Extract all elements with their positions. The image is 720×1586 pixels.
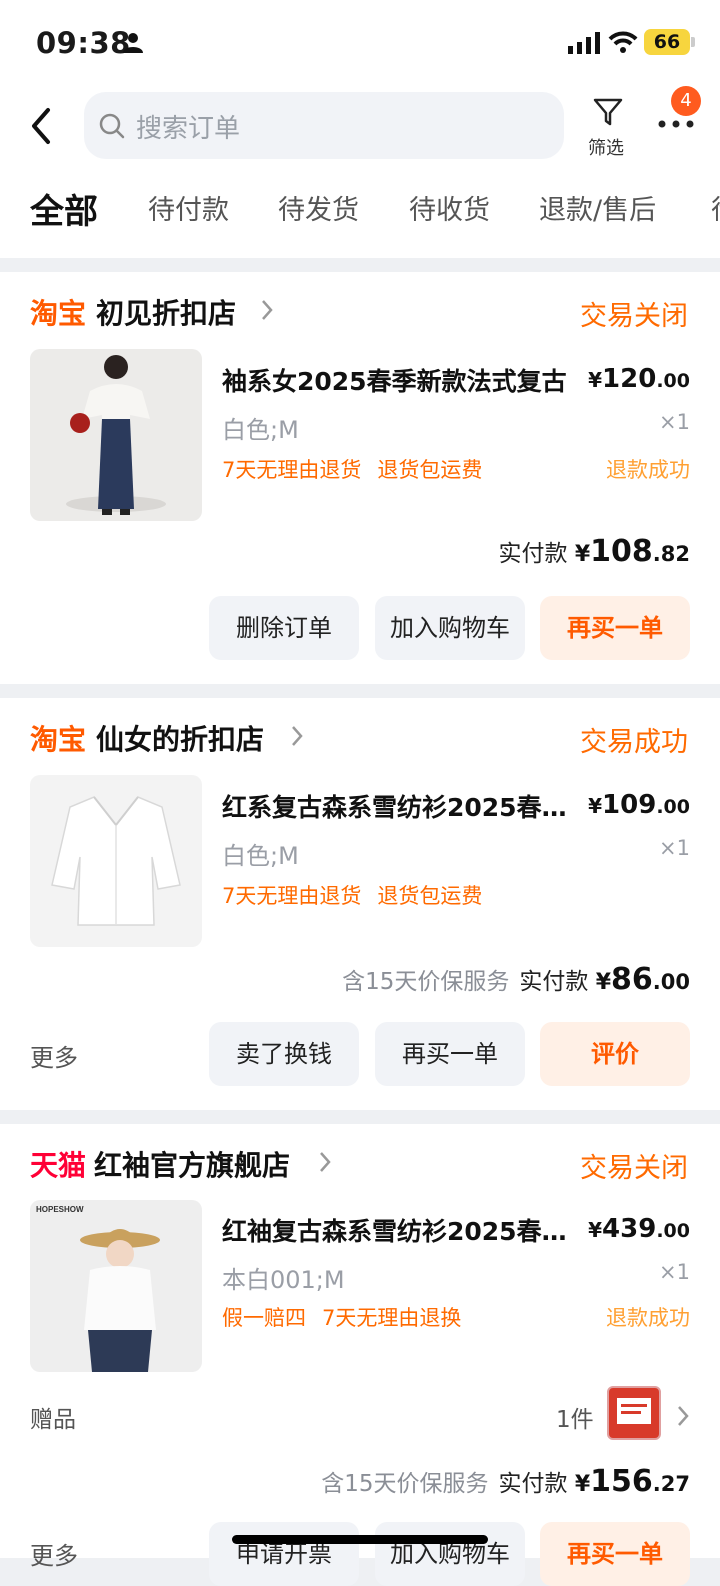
service-tag: 7天无理由退换 [322,1306,462,1330]
header-area: 09:38 66 搜索订单 筛选 4 全部 待付款 待发货 待收货 退款/售后 … [0,0,720,258]
add-to-cart-button[interactable]: 加入购物车 [375,1522,525,1586]
search-placeholder: 搜索订单 [136,114,241,144]
paid-amount: 实付款 ¥108.82 [498,534,690,569]
tab-pending-receipt[interactable]: 待收货 [409,188,490,227]
gift-label: 赠品 [30,1407,76,1433]
price-protection-label[interactable]: 含15天价保服务 [342,969,509,995]
refund-status[interactable]: 退款成功 [606,1302,690,1332]
product-image[interactable] [30,775,202,947]
chevron-right-icon[interactable] [260,298,274,322]
review-button[interactable]: 评价 [540,1022,690,1086]
delete-order-button[interactable]: 删除订单 [209,596,359,660]
service-tag: 退货包运费 [377,458,483,482]
shop-name[interactable]: 仙女的折扣店 [96,718,264,758]
gift-card-icon [617,1398,651,1424]
back-arrow-icon[interactable] [28,106,58,146]
service-tags: 7天无理由退货 退货包运费 [222,880,498,910]
order-card[interactable]: 淘宝 仙女的折扣店 交易成功 红系复古森系雪纺衫2025春季新款 ¥109.00… [0,698,720,1110]
order-status: 交易关闭 [580,1153,688,1184]
person-icon [123,33,143,53]
order-card[interactable]: 淘宝 初见折扣店 交易关闭 袖系女2025春季新款法式复古 ¥120.00 白色… [0,272,720,684]
service-tags: 假一赔四 7天无理由退换 [222,1302,477,1332]
order-card[interactable]: 天猫 红袖官方旗舰店 交易关闭 HOPESHOW 红袖复古森系雪纺衫2025春季… [0,1124,720,1586]
woman-dress-image [30,349,202,521]
service-tags: 7天无理由退货 退货包运费 [222,454,498,484]
platform-tag: 天猫 [30,1149,87,1182]
product-sku: 本白001;M [222,1266,345,1294]
woman-hat-image: HOPESHOW [30,1200,202,1372]
product-sku: 白色;M [222,416,299,444]
status-bar: 09:38 66 [0,0,720,86]
product-price: ¥109.00 [588,790,690,820]
search-icon [99,113,125,139]
tab-pending-shipment[interactable]: 待发货 [278,188,359,227]
service-tag: 假一赔四 [222,1306,306,1330]
chevron-right-icon[interactable] [318,1150,332,1174]
platform-tag: 淘宝 [30,723,87,756]
white-blouse-image [30,775,202,947]
order-status: 交易成功 [580,727,688,758]
brand-logo: HOPESHOW [36,1205,84,1214]
tab-pending-review[interactable]: 待 [711,188,720,227]
product-qty: ×1 [659,410,690,434]
refund-status[interactable]: 退款成功 [606,454,690,484]
product-price: ¥439.00 [588,1214,690,1244]
signal-icon [568,32,600,54]
platform-tag: 淘宝 [30,297,87,330]
invoice-button[interactable]: 申请开票 [209,1522,359,1586]
product-price: ¥120.00 [588,364,690,394]
tab-refund-aftersale[interactable]: 退款/售后 [539,188,656,227]
service-tag: 7天无理由退货 [222,884,362,908]
chevron-right-icon[interactable] [676,1404,690,1428]
wifi-icon [608,31,638,53]
product-qty: ×1 [659,1260,690,1284]
buy-again-button[interactable]: 再买一单 [540,596,690,660]
product-title[interactable]: 红袖复古森系雪纺衫2025春季新款 [222,1212,582,1248]
add-to-cart-button[interactable]: 加入购物车 [375,596,525,660]
more-link[interactable]: 更多 [30,1536,78,1571]
order-status: 交易关闭 [580,301,688,332]
product-image[interactable]: HOPESHOW [30,1200,202,1372]
shop-name[interactable]: 初见折扣店 [96,292,236,332]
buy-again-button[interactable]: 再买一单 [375,1022,525,1086]
product-title[interactable]: 红系复古森系雪纺衫2025春季新款 [222,788,582,824]
filter-icon[interactable] [592,96,624,128]
battery-level: 66 [644,29,690,55]
product-title[interactable]: 袖系女2025春季新款法式复古 [222,362,582,398]
product-sku: 白色;M [222,842,299,870]
sell-button[interactable]: 卖了换钱 [209,1022,359,1086]
tab-pending-payment[interactable]: 待付款 [148,188,229,227]
product-qty: ×1 [659,836,690,860]
more-link[interactable]: 更多 [30,1038,78,1073]
home-indicator[interactable] [232,1535,488,1544]
gift-image[interactable] [607,1386,661,1440]
notification-badge: 4 [671,86,701,116]
product-image[interactable] [30,349,202,521]
service-tag: 退货包运费 [377,884,483,908]
price-protection-label[interactable]: 含15天价保服务 [321,1471,488,1497]
order-tabs: 全部 待付款 待发货 待收货 退款/售后 待 [0,180,720,240]
paid-amount: 含15天价保服务 实付款 ¥86.00 [342,962,690,997]
buy-again-button[interactable]: 再买一单 [540,1522,690,1586]
status-time: 09:38 [36,26,131,60]
chevron-right-icon[interactable] [290,724,304,748]
paid-amount: 含15天价保服务 实付款 ¥156.27 [321,1464,690,1499]
gift-count: 1件 [556,1407,594,1433]
service-tag: 7天无理由退货 [222,458,362,482]
tab-all[interactable]: 全部 [30,184,98,233]
filter-label[interactable]: 筛选 [588,134,624,160]
shop-name[interactable]: 红袖官方旗舰店 [94,1144,290,1184]
battery-cap [691,37,695,47]
